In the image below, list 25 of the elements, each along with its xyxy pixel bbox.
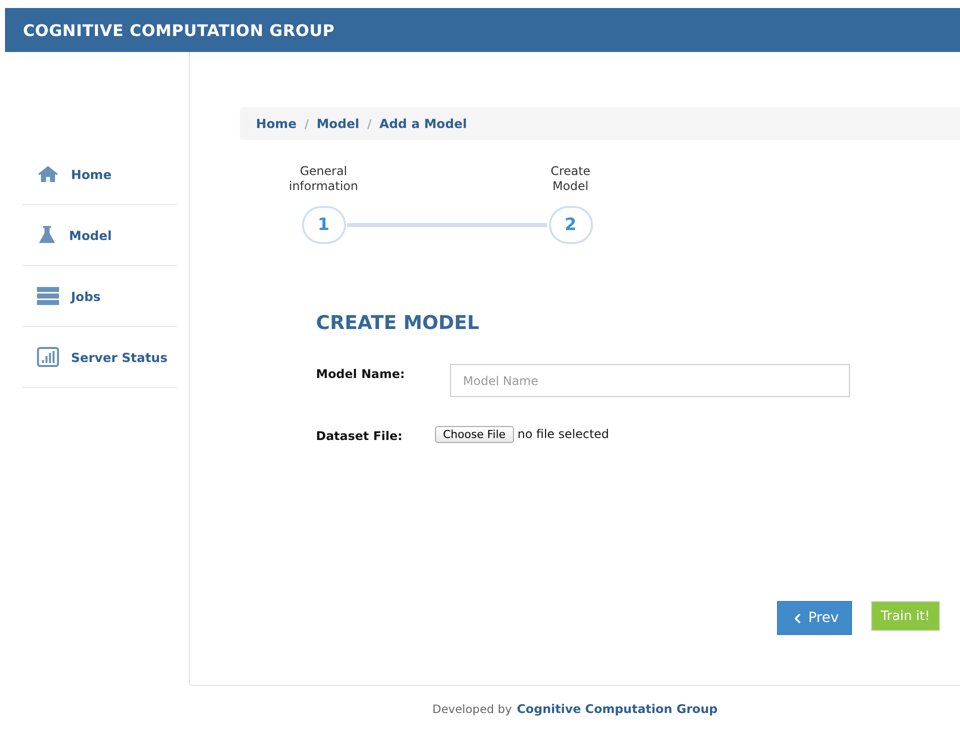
sidebar-item[interactable]: Model — [22, 205, 177, 266]
server-icon — [37, 287, 59, 305]
choose-file-button[interactable]: Choose File — [435, 426, 514, 442]
bar-chart-icon — [37, 347, 59, 367]
site-title: COGNITIVE COMPUTATION GROUP — [23, 20, 335, 40]
field-label: Dataset File: — [316, 428, 404, 443]
sidebar-item[interactable]: Server Status — [22, 327, 177, 388]
form-title: CREATE MODEL — [316, 312, 480, 334]
footer-link[interactable]: Cognitive Computation Group — [516, 702, 718, 716]
breadcrumb-separator: / — [367, 116, 372, 130]
home-icon — [37, 165, 59, 183]
prev-button[interactable]: Prev — [777, 601, 852, 635]
breadcrumb-separator: / — [304, 116, 309, 130]
step-label: Create Model — [550, 164, 592, 194]
footer-text: Developed by — [432, 702, 512, 716]
file-status: no file selected — [518, 427, 610, 441]
breadcrumb-link[interactable]: Add a Model — [379, 116, 467, 131]
sidebar-item[interactable]: Home — [22, 144, 177, 205]
sidebar-item[interactable]: Jobs — [22, 266, 177, 327]
model-name-input[interactable]: Model Name — [450, 364, 850, 397]
breadcrumb-link[interactable]: Model — [316, 116, 360, 131]
step-label: General information — [288, 164, 360, 194]
flask-icon — [37, 225, 57, 245]
field-label: Model Name: — [316, 366, 406, 381]
breadcrumb-link[interactable]: Home — [256, 116, 297, 131]
